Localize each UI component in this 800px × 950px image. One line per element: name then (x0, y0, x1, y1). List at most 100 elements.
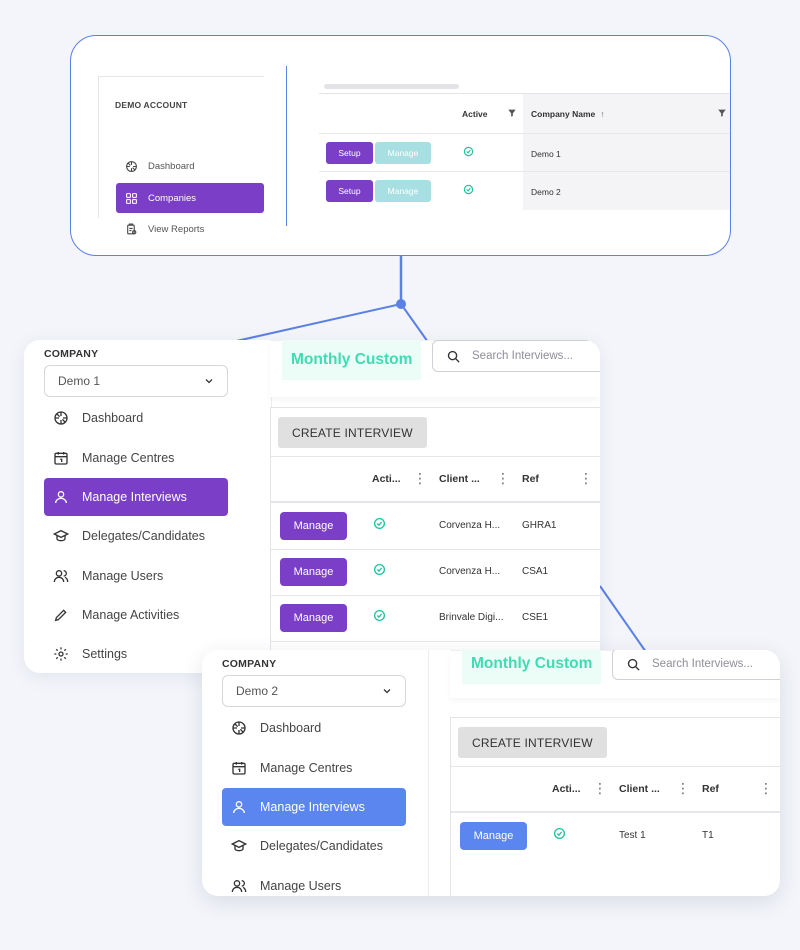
admin-sidebar: DEMO ACCOUNT Dashboard Companies View Re… (98, 76, 265, 235)
dashboard-icon (125, 160, 138, 173)
interviews-screen-demo-1: COMPANY Demo 1 Dashboard Manage Centres … (24, 340, 600, 673)
sidebar-heading: DEMO ACCOUNT (115, 100, 188, 110)
pencil-icon (53, 607, 69, 623)
check-circle-icon (553, 827, 566, 840)
sidebar-item-label: Dashboard (148, 160, 195, 172)
users-icon (53, 568, 69, 584)
column-header-company-name[interactable]: Company Name ↑ (531, 94, 605, 133)
sidebar-item-manage-activities[interactable]: Manage Activities (44, 596, 228, 634)
setup-button[interactable]: Setup (326, 180, 373, 202)
client-cell: Corvenza H... (439, 520, 501, 531)
manage-button[interactable]: Manage (280, 512, 347, 540)
sidebar-item-view-reports[interactable]: View Reports (116, 214, 264, 244)
dashboard-icon (231, 720, 247, 736)
interviews-table: CREATE INTERVIEW Acti... ⋮ Client ... ⋮ … (270, 407, 600, 673)
column-header-active[interactable]: Acti... (372, 473, 401, 485)
sidebar-item-label: Dashboard (82, 411, 144, 425)
company-name-cell: Demo 1 (531, 149, 561, 159)
column-menu-icon[interactable]: ⋮ (593, 781, 607, 795)
column-header-client[interactable]: Client ... (619, 783, 660, 795)
sidebar-item-companies[interactable]: Companies (116, 183, 264, 213)
manage-button[interactable]: Manage (375, 180, 431, 202)
brand-logo: Monthly Custom (462, 650, 602, 684)
sidebar-item-dashboard[interactable]: Dashboard (222, 709, 406, 747)
sidebar-item-manage-users[interactable]: Manage Users (44, 557, 228, 595)
ref-cell: CSE1 (522, 612, 549, 623)
sidebar-item-label: Manage Centres (260, 761, 353, 775)
create-interview-button[interactable]: CREATE INTERVIEW (458, 727, 607, 758)
create-interview-button[interactable]: CREATE INTERVIEW (278, 417, 427, 448)
calendar-icon (53, 450, 69, 466)
sidebar-item-label: Manage Interviews (82, 490, 187, 504)
sidebar-item-label: Manage Centres (82, 451, 175, 465)
sidebar-item-manage-centres[interactable]: Manage Centres (222, 749, 406, 787)
company-select[interactable]: Demo 2 (222, 675, 406, 707)
column-header-active[interactable]: Active (462, 94, 488, 133)
ref-cell: T1 (702, 830, 714, 841)
filter-icon[interactable] (507, 108, 517, 118)
sort-ascending-icon: ↑ (600, 108, 605, 119)
sidebar: COMPANY Demo 2 Dashboard Manage Centres … (202, 650, 429, 896)
search-input[interactable]: Search Interviews... (612, 650, 780, 680)
column-header-active[interactable]: Acti... (552, 783, 581, 795)
company-label: COMPANY (44, 348, 99, 360)
sidebar-item-delegates-candidates[interactable]: Delegates/Candidates (222, 827, 406, 865)
interviews-table: CREATE INTERVIEW Acti... ⋮ Client ... ⋮ … (450, 717, 780, 896)
chevron-down-icon (381, 685, 393, 697)
filter-icon[interactable] (717, 108, 727, 118)
sidebar-item-delegates-candidates[interactable]: Delegates/Candidates (44, 517, 228, 555)
search-icon (626, 657, 641, 672)
company-label: COMPANY (222, 658, 277, 670)
manage-button[interactable]: Manage (460, 822, 527, 850)
check-circle-icon (463, 184, 474, 195)
user-icon (231, 799, 247, 815)
user-icon (53, 489, 69, 505)
table-row: Setup Manage Demo 2 (319, 171, 730, 209)
search-input[interactable]: Search Interviews... (432, 340, 600, 372)
manage-button[interactable]: Manage (280, 604, 347, 632)
companies-admin-card: DEMO ACCOUNT Dashboard Companies View Re… (70, 35, 731, 256)
column-menu-icon[interactable]: ⋮ (676, 781, 690, 795)
check-circle-icon (463, 146, 474, 157)
sidebar-item-manage-interviews[interactable]: Manage Interviews (44, 478, 228, 516)
sidebar-item-label: Delegates/Candidates (82, 529, 205, 543)
table-row: Setup Manage Demo 1 (319, 133, 730, 171)
client-cell: Brinvale Digi... (439, 612, 504, 623)
column-menu-icon[interactable]: ⋮ (759, 781, 773, 795)
companies-table: Active Company Name ↑ Setup Manage Demo … (319, 93, 730, 210)
sidebar-item-label: Delegates/Candidates (260, 839, 383, 853)
sidebar-item-label: Companies (148, 192, 197, 204)
check-circle-icon (373, 609, 386, 622)
sidebar-item-settings[interactable]: Settings (44, 635, 228, 673)
company-select[interactable]: Demo 1 (44, 365, 228, 397)
check-circle-icon (373, 517, 386, 530)
sidebar-item-label: Manage Interviews (260, 800, 365, 814)
column-header-ref[interactable]: Ref (702, 783, 719, 795)
dashboard-icon (53, 410, 69, 426)
column-header-ref[interactable]: Ref (522, 473, 539, 485)
sidebar-item-label: Manage Users (82, 569, 164, 583)
ref-cell: CSA1 (522, 566, 549, 577)
column-menu-icon[interactable]: ⋮ (579, 471, 593, 485)
column-menu-icon[interactable]: ⋮ (413, 471, 427, 485)
manage-button[interactable]: Manage (375, 142, 431, 164)
sidebar-item-label: View Reports (148, 223, 205, 235)
sidebar-item-label: Dashboard (260, 721, 322, 735)
calendar-icon (231, 760, 247, 776)
search-icon (446, 349, 461, 364)
sidebar-item-manage-users[interactable]: Manage Users (222, 867, 406, 896)
sidebar-item-label: Manage Activities (82, 608, 180, 622)
column-header-client[interactable]: Client ... (439, 473, 480, 485)
brand-logo: Monthly Custom (282, 340, 422, 380)
setup-button[interactable]: Setup (326, 142, 373, 164)
manage-button[interactable]: Manage (280, 558, 347, 586)
sidebar-item-dashboard[interactable]: Dashboard (116, 151, 264, 181)
divider (286, 66, 287, 226)
check-circle-icon (373, 563, 386, 576)
sidebar-item-manage-interviews[interactable]: Manage Interviews (222, 788, 406, 826)
column-menu-icon[interactable]: ⋮ (496, 471, 510, 485)
sidebar-item-manage-centres[interactable]: Manage Centres (44, 439, 228, 477)
sidebar-item-dashboard[interactable]: Dashboard (44, 399, 228, 437)
horizontal-scrollbar[interactable] (324, 84, 459, 89)
sidebar: COMPANY Demo 1 Dashboard Manage Centres … (24, 340, 272, 673)
